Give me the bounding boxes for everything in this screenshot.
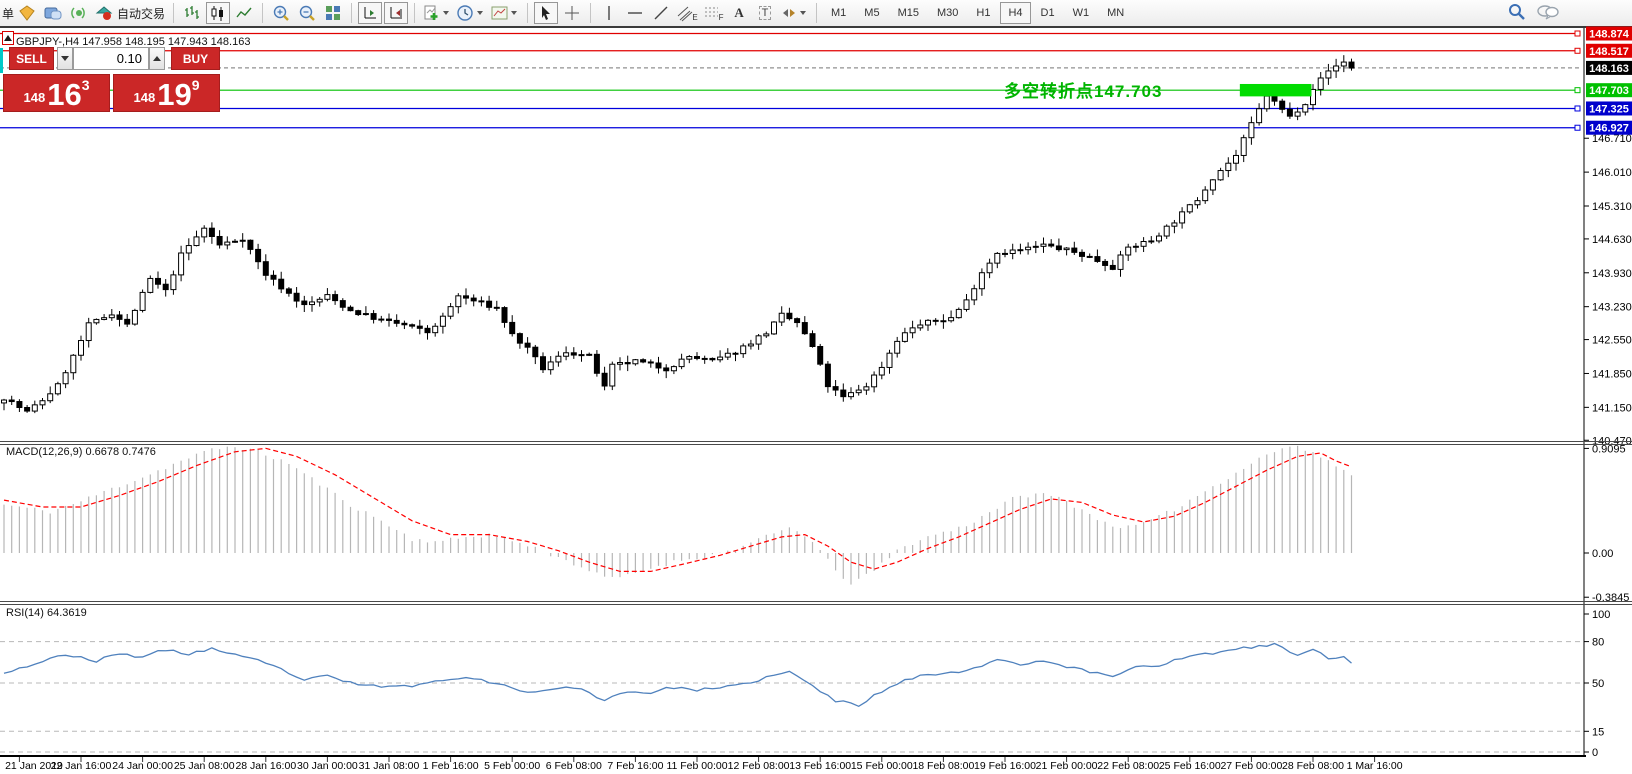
date-tick-label: 1 Mar 16:00 (1347, 760, 1403, 772)
price-tick-label: 145.310 (1592, 201, 1632, 213)
price-badge-label: 148.517 (1589, 46, 1629, 58)
rsi-indicator-label: RSI(14) 64.3619 (6, 607, 87, 619)
date-tick-label: 5 Feb 00:00 (484, 760, 540, 772)
volume-input[interactable]: 0.10 (73, 47, 149, 70)
date-tick-label: 31 Jan 08:00 (359, 760, 420, 772)
price-tick-label: 146.010 (1592, 167, 1632, 179)
date-tick-label: 27 Feb 00:00 (1220, 760, 1282, 772)
macd-tick-label: 0.9095 (1592, 443, 1626, 455)
rsi-tick-label: 80 (1592, 637, 1604, 649)
buy-price-big: 19 (157, 82, 191, 108)
macd-pane: 0.9095 0.00 -0.3845 (4, 443, 1629, 604)
price-badge-label: 148.163 (1589, 63, 1629, 75)
collapse-arrow-icon (4, 35, 12, 41)
panel-collapse-button[interactable] (2, 31, 14, 45)
volume-decrease-button[interactable] (57, 47, 73, 70)
date-tick-label: 30 Jan 00:00 (297, 760, 358, 772)
date-tick-label: 21 Feb 00:00 (1036, 760, 1098, 772)
date-tick-label: 28 Feb 08:00 (1282, 760, 1344, 772)
rsi-line (4, 643, 1352, 706)
rsi-pane: 100 80 50 15 0 (0, 609, 1610, 759)
date-tick-label: 11 Feb 00:00 (666, 760, 727, 772)
buy-price-sup: 9 (192, 77, 200, 93)
time-axis: 21 Jan 201922 Jan 16:0024 Jan 00:0025 Ja… (5, 757, 1403, 772)
macd-tick-label: -0.3845 (1592, 592, 1629, 604)
hline-handle[interactable] (1575, 48, 1580, 53)
date-tick-label: 25 Jan 08:00 (174, 760, 235, 772)
sell-price-tile[interactable]: 148 16 3 (3, 74, 110, 112)
price-tick-label: 141.850 (1592, 368, 1632, 380)
date-tick-label: 12 Feb 08:00 (728, 760, 790, 772)
pivot-annotation: 多空转折点147.703 (1004, 77, 1162, 102)
hline-handle[interactable] (1575, 106, 1580, 111)
pivot-zone[interactable] (1240, 84, 1312, 96)
hline-handle[interactable] (1575, 88, 1580, 93)
sell-button[interactable]: SELL (9, 47, 54, 70)
macd-indicator-label: MACD(12,26,9) 0.6678 0.7476 (6, 446, 156, 458)
macd-tick-label: 0.00 (1592, 548, 1613, 560)
price-tick-label: 146.710 (1592, 133, 1632, 145)
rsi-tick-label: 15 (1592, 726, 1604, 738)
date-tick-label: 25 Feb 16:00 (1159, 760, 1221, 772)
hline-handle[interactable] (1575, 125, 1580, 130)
date-tick-label: 1 Feb 16:00 (423, 760, 479, 772)
trading-platform-window: 单 自动交易 E F A T M1M5 (0, 0, 1632, 774)
volume-increase-button[interactable] (149, 47, 165, 70)
triangle-up-icon (153, 56, 161, 61)
date-tick-label: 22 Feb 08:00 (1097, 760, 1159, 772)
sell-price-big: 16 (47, 82, 81, 108)
date-tick-label: 22 Jan 16:00 (51, 760, 112, 772)
macd-signal-line (4, 448, 1352, 571)
price-axis: 146.710 146.010 145.310 144.630 143.930 143.2… (1584, 27, 1632, 448)
sell-price-sup: 3 (82, 77, 90, 93)
date-tick-label: 19 Feb 16:00 (974, 760, 1036, 772)
chart-canvas[interactable]: 146.710 146.010 145.310 144.630 143.930 143.2… (0, 0, 1632, 774)
price-badge-label: 146.927 (1589, 123, 1629, 135)
date-tick-label: 6 Feb 08:00 (546, 760, 602, 772)
hline-handle[interactable] (1575, 31, 1580, 36)
rsi-tick-label: 100 (1592, 609, 1610, 621)
price-tick-label: 143.930 (1592, 268, 1632, 280)
triangle-down-icon (61, 56, 69, 61)
rsi-tick-label: 0 (1592, 747, 1598, 759)
date-tick-label: 13 Feb 16:00 (789, 760, 851, 772)
date-tick-label: 24 Jan 00:00 (112, 760, 173, 772)
sell-price-prefix: 148 (24, 90, 46, 105)
date-tick-label: 28 Jan 16:00 (235, 760, 296, 772)
one-click-trading-panel: SELL 0.10 BUY 148 16 3 148 19 9 (3, 47, 221, 113)
price-badge-label: 147.325 (1589, 103, 1629, 115)
date-tick-label: 15 Feb 00:00 (851, 760, 913, 772)
price-badge-label: 147.703 (1589, 85, 1629, 97)
date-tick-label: 18 Feb 08:00 (912, 760, 974, 772)
price-tick-label: 144.630 (1592, 234, 1632, 246)
price-tick-label: 143.230 (1592, 302, 1632, 314)
rsi-tick-label: 50 (1592, 678, 1604, 690)
buy-price-tile[interactable]: 148 19 9 (113, 74, 220, 112)
price-tick-label: 142.550 (1592, 335, 1632, 347)
date-tick-label: 7 Feb 16:00 (607, 760, 663, 772)
price-tick-label: 141.150 (1592, 402, 1632, 414)
buy-button[interactable]: BUY (171, 47, 220, 70)
buy-price-prefix: 148 (134, 90, 156, 105)
price-badge-label: 148.874 (1589, 29, 1630, 41)
